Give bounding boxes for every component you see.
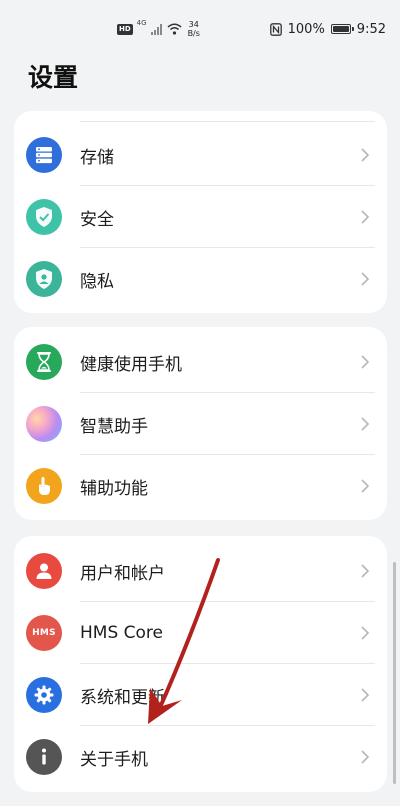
- gear-icon: [26, 677, 62, 713]
- hourglass-icon: [26, 344, 62, 380]
- settings-item-accessibility[interactable]: 辅助功能: [14, 455, 387, 517]
- settings-item-label: 辅助功能: [80, 478, 148, 499]
- settings-item-system-updates[interactable]: 系统和更新: [14, 664, 387, 726]
- settings-item-users-accounts[interactable]: 用户和帐户: [14, 540, 387, 602]
- settings-item-label: 存储: [80, 147, 114, 168]
- user-icon: [26, 553, 62, 589]
- network-type-label: 4G: [136, 19, 147, 27]
- chevron-right-icon: [361, 750, 370, 764]
- divider: [80, 121, 375, 122]
- network-speed-value: 34: [188, 20, 199, 29]
- clock: 9:52: [356, 21, 386, 37]
- chevron-right-icon: [361, 688, 370, 702]
- settings-item-privacy[interactable]: 隐私: [14, 248, 387, 310]
- settings-item-storage[interactable]: 存储: [14, 124, 387, 186]
- network-speed: 34 B/s: [188, 20, 200, 38]
- status-indicators: HD 4G 34 B/s: [117, 18, 200, 40]
- network-speed-unit: B/s: [187, 29, 200, 38]
- wifi-icon: [167, 23, 182, 35]
- privacy-icon: [26, 261, 62, 297]
- settings-group-2: 健康使用手机 智慧助手 辅助功能: [14, 327, 387, 520]
- chevron-right-icon: [361, 479, 370, 493]
- settings-item-label: 用户和帐户: [80, 563, 165, 584]
- shield-check-icon: [26, 199, 62, 235]
- hms-icon-text: HMS: [32, 628, 56, 638]
- hd-badge: HD: [117, 23, 133, 35]
- chevron-right-icon: [361, 355, 370, 369]
- settings-item-label: 关于手机: [80, 749, 148, 770]
- assistant-orb-icon: [26, 406, 62, 442]
- battery-icon: [330, 24, 354, 34]
- status-bar: HD 4G 34 B/s 100% 9:52: [0, 0, 400, 52]
- battery-percent: 100%: [287, 21, 325, 37]
- chevron-right-icon: [361, 417, 370, 431]
- settings-group-1: 存储 安全 隐私: [14, 111, 387, 313]
- status-right: 100% 9:52: [269, 18, 386, 40]
- chevron-right-icon: [361, 210, 370, 224]
- settings-item-label: 安全: [80, 209, 114, 230]
- cell-signal-icon: [150, 23, 162, 35]
- page-title: 设置: [28, 63, 79, 92]
- chevron-right-icon: [361, 626, 370, 640]
- settings-group-3: 用户和帐户 HMS HMS Core 系统和更新 关于手机: [14, 536, 387, 792]
- settings-item-hms-core[interactable]: HMS HMS Core: [14, 602, 387, 664]
- settings-item-label: 健康使用手机: [80, 354, 182, 375]
- accessibility-hand-icon: [26, 468, 62, 504]
- chevron-right-icon: [361, 272, 370, 286]
- settings-item-digital-balance[interactable]: 健康使用手机: [14, 331, 387, 393]
- storage-icon: [26, 137, 62, 173]
- chevron-right-icon: [361, 148, 370, 162]
- settings-item-security[interactable]: 安全: [14, 186, 387, 248]
- nfc-icon: [269, 22, 282, 36]
- info-icon: [26, 739, 62, 775]
- settings-item-label: 智慧助手: [80, 416, 148, 437]
- settings-item-label: 系统和更新: [80, 687, 165, 708]
- settings-item-assistant[interactable]: 智慧助手: [14, 393, 387, 455]
- hms-icon: HMS: [26, 615, 62, 651]
- scrollbar[interactable]: [393, 562, 396, 784]
- chevron-right-icon: [361, 564, 370, 578]
- settings-item-about-phone[interactable]: 关于手机: [14, 726, 387, 788]
- settings-item-label: 隐私: [80, 271, 114, 292]
- settings-item-label: HMS Core: [80, 623, 163, 643]
